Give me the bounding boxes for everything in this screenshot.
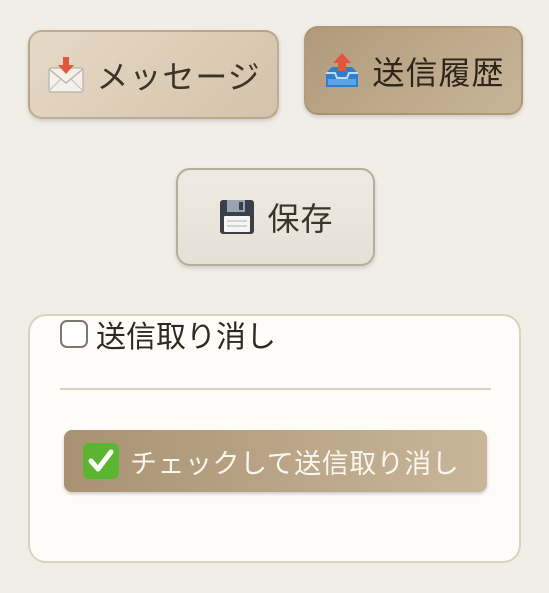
cancel-send-checkbox[interactable]	[60, 320, 88, 348]
outbox-tray-icon	[326, 52, 359, 87]
panel-divider	[60, 388, 491, 390]
cancel-send-checkbox-row[interactable]: 送信取り消し	[60, 316, 276, 355]
save-button[interactable]: 保存	[176, 168, 375, 266]
message-button-label: メッセージ	[96, 57, 261, 96]
confirm-cancel-send-label: チェックして送信取り消し	[130, 448, 460, 480]
message-button[interactable]: メッセージ	[28, 30, 279, 119]
cancel-send-checkbox-label: 送信取り消し	[96, 320, 276, 355]
save-button-label: 保存	[267, 200, 334, 238]
history-button-label: 送信履歴	[372, 53, 505, 92]
check-mark-button-icon	[83, 443, 119, 479]
confirm-cancel-send-button[interactable]: チェックして送信取り消し	[64, 430, 487, 492]
history-button[interactable]: 送信履歴	[304, 26, 523, 115]
cancel-send-panel: 送信取り消し チェックして送信取り消し	[28, 314, 521, 563]
envelope-arrow-icon	[48, 56, 84, 93]
floppy-disk-icon	[220, 200, 255, 234]
